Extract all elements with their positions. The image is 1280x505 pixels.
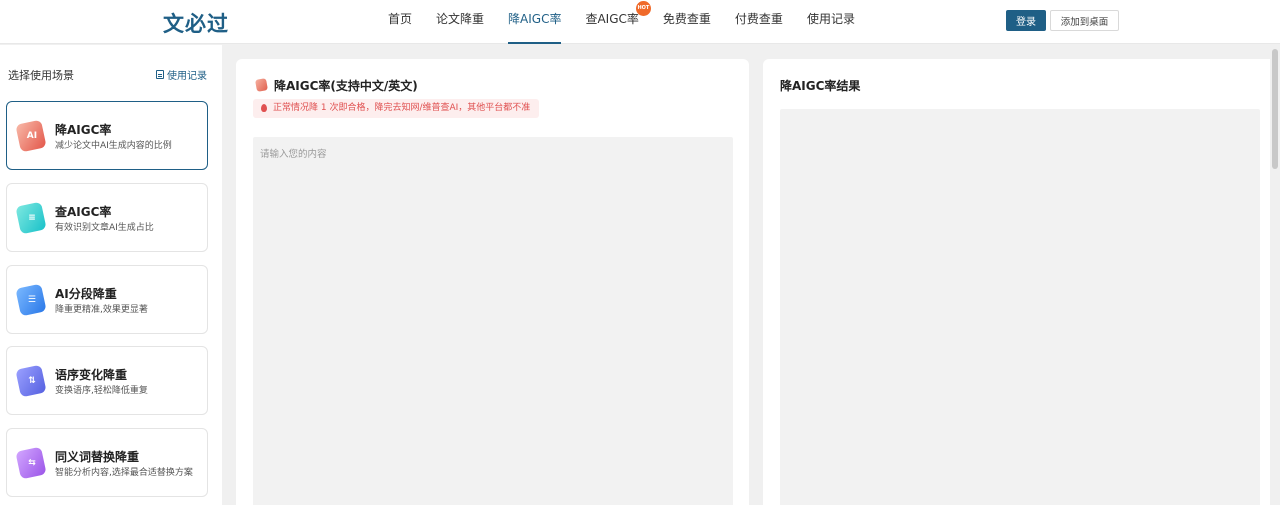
nav-item-label: 论文降重 <box>436 12 485 26</box>
nav-item-home[interactable]: 首页 <box>388 0 412 44</box>
result-output <box>780 109 1260 505</box>
login-button[interactable]: 登录 <box>1006 10 1046 31</box>
nav-item-label: 查AIGC率 <box>585 12 639 26</box>
word-order-icon: ⇅ <box>15 364 47 398</box>
scene-name: 语序变化降重 <box>55 368 128 382</box>
nav-item-label: 降AIGC率 <box>508 12 562 26</box>
scene-desc: 有效识别文章AI生成占比 <box>55 223 154 233</box>
scene-sidebar: 选择使用场景 使用记录 AI 降AIGC率 减少论文中AI生成内容的比例 ≡ 查… <box>0 45 222 505</box>
result-panel-title: 降AIGC率结果 <box>780 79 861 93</box>
main-nav: 首页 论文降重 降AIGC率 查AIGC率 HOT 免费查重 付费查重 使用记录 <box>388 0 879 44</box>
reduce-aigc-icon <box>255 78 268 92</box>
input-panel: 降AIGC率(支持中文/英文) 正常情况降 1 次即合格，降完去知网/维普查AI… <box>236 59 749 505</box>
sidebar-title: 选择使用场景 <box>8 69 74 82</box>
scene-card-check-aigc[interactable]: ≡ 查AIGC率 有效识别文章AI生成占比 <box>6 183 208 252</box>
scene-name: 查AIGC率 <box>55 205 112 219</box>
logo[interactable]: 文必过 <box>163 8 229 38</box>
scene-card-word-order[interactable]: ⇅ 语序变化降重 变换语序,轻松降低重复 <box>6 346 208 415</box>
nav-item-label: 免费查重 <box>662 12 711 26</box>
scene-name: AI分段降重 <box>55 287 117 301</box>
scene-desc: 降重更精准,效果更显著 <box>55 305 148 315</box>
scene-desc: 智能分析内容,选择最合适替换方案 <box>55 468 193 478</box>
nav-item-paid-check[interactable]: 付费查重 <box>735 0 783 44</box>
scene-desc: 减少论文中AI生成内容的比例 <box>55 141 172 151</box>
result-panel: 降AIGC率结果 <box>763 59 1277 505</box>
scene-name: 降AIGC率 <box>55 123 112 137</box>
input-panel-title: 降AIGC率(支持中文/英文) <box>274 79 418 93</box>
tip-text: 正常情况降 1 次即合格，降完去知网/维普查AI，其他平台都不准 <box>273 103 531 113</box>
scene-card-ai-segment[interactable]: ☰ AI分段降重 降重更精准,效果更显著 <box>6 265 208 334</box>
scrollbar-thumb[interactable] <box>1272 49 1278 169</box>
synonym-icon: ⇆ <box>15 446 47 480</box>
scene-card-reduce-aigc[interactable]: AI 降AIGC率 减少论文中AI生成内容的比例 <box>6 101 208 170</box>
nav-item-label: 付费查重 <box>734 12 783 26</box>
nav-item-reduce-aigc[interactable]: 降AIGC率 <box>508 0 562 44</box>
add-to-desktop-button[interactable]: 添加到桌面 <box>1050 10 1119 31</box>
scene-desc: 变换语序,轻松降低重复 <box>55 386 148 396</box>
content-input[interactable] <box>253 137 733 505</box>
ai-reduce-icon: AI <box>15 119 47 153</box>
scene-name: 同义词替换降重 <box>55 450 140 464</box>
ai-check-icon: ≡ <box>15 201 47 235</box>
nav-item-check-aigc[interactable]: 查AIGC率 HOT <box>585 0 651 44</box>
page-scrollbar[interactable] <box>1270 45 1280 505</box>
nav-item-history[interactable]: 使用记录 <box>807 0 855 44</box>
hot-badge: HOT <box>635 1 651 16</box>
nav-item-free-check[interactable]: 免费查重 <box>663 0 711 44</box>
document-icon <box>156 70 164 79</box>
nav-item-paper-rewrite[interactable]: 论文降重 <box>436 0 484 44</box>
top-header: 文必过 首页 论文降重 降AIGC率 查AIGC率 HOT 免费查重 付费查重 … <box>0 0 1280 44</box>
sidebar-history-label: 使用记录 <box>167 71 207 82</box>
nav-item-label: 首页 <box>388 12 413 26</box>
nav-item-label: 使用记录 <box>806 12 855 26</box>
segment-icon: ☰ <box>15 283 47 317</box>
location-pin-icon <box>261 104 267 112</box>
tip-banner: 正常情况降 1 次即合格，降完去知网/维普查AI，其他平台都不准 <box>253 99 540 118</box>
sidebar-history-link[interactable]: 使用记录 <box>156 67 207 82</box>
scene-card-synonym[interactable]: ⇆ 同义词替换降重 智能分析内容,选择最合适替换方案 <box>6 428 208 497</box>
